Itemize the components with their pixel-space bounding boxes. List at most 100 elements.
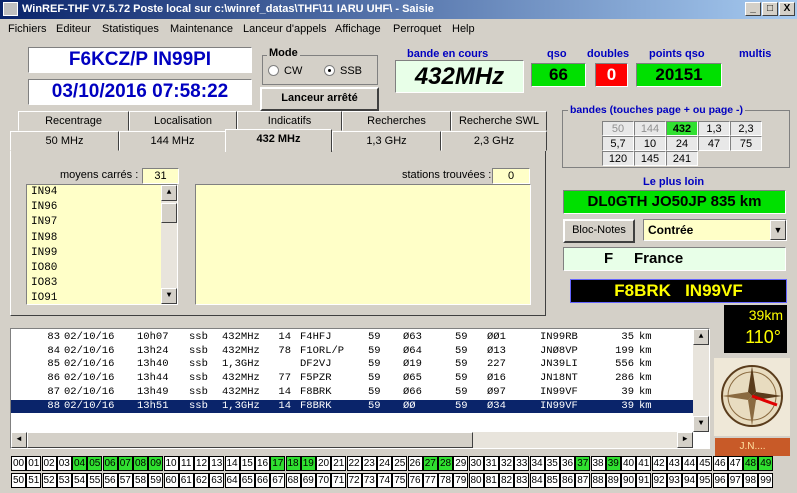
department-cell[interactable]: 60	[163, 473, 179, 488]
tab-1-3ghz[interactable]: 1,3 GHz	[332, 131, 441, 151]
department-cell[interactable]: 03	[56, 456, 72, 471]
tab-localisation[interactable]: Localisation	[129, 111, 237, 131]
department-cell[interactable]: 04	[72, 456, 87, 471]
department-cell[interactable]: 52	[41, 473, 57, 488]
department-cell[interactable]: 02	[41, 456, 57, 471]
department-cell[interactable]: 86	[560, 473, 575, 488]
list-item[interactable]: IO80	[27, 261, 161, 276]
department-cell[interactable]: 67	[270, 473, 286, 488]
department-cell[interactable]: 11	[178, 456, 194, 471]
department-cell[interactable]: 76	[407, 473, 423, 488]
department-cell[interactable]: 62	[194, 473, 209, 488]
band-button[interactable]: 144	[634, 121, 666, 136]
department-cell[interactable]: 20	[316, 456, 331, 471]
department-cell[interactable]: 23	[361, 456, 377, 471]
list-item[interactable]: IN97	[27, 215, 161, 230]
chevron-down-icon[interactable]: ▼	[770, 220, 786, 240]
scroll-thumb[interactable]	[161, 203, 177, 223]
department-cell[interactable]: 74	[377, 473, 392, 488]
department-cell[interactable]: 56	[102, 473, 118, 488]
tab-144mhz[interactable]: 144 MHz	[119, 131, 226, 151]
department-cell[interactable]: 06	[102, 456, 118, 471]
department-cell[interactable]: 19	[300, 456, 316, 471]
department-cell[interactable]: 85	[544, 473, 560, 488]
department-cell[interactable]: 95	[697, 473, 713, 488]
department-cell[interactable]: 37	[575, 456, 591, 471]
department-cell[interactable]: 36	[560, 456, 575, 471]
band-button[interactable]: 50	[602, 121, 634, 136]
department-cell[interactable]: 83	[514, 473, 530, 488]
log-scroll-up-icon[interactable]: ▲	[693, 329, 709, 345]
scroll-up-icon[interactable]: ▲	[161, 185, 177, 201]
menu-affichage[interactable]: Affichage	[335, 23, 381, 35]
department-cell[interactable]: 26	[407, 456, 423, 471]
department-cell[interactable]: 51	[26, 473, 42, 488]
department-cell[interactable]: 27	[422, 456, 438, 471]
department-cell[interactable]: 42	[651, 456, 667, 471]
list-item[interactable]: IN98	[27, 231, 161, 246]
department-cell[interactable]: 00	[11, 456, 26, 471]
department-cell[interactable]: 54	[72, 473, 87, 488]
department-cell[interactable]: 65	[239, 473, 255, 488]
squares-scrollbar[interactable]: ▲ ▼	[161, 185, 177, 304]
department-cell[interactable]: 35	[544, 456, 560, 471]
department-cell[interactable]: 66	[255, 473, 270, 488]
department-cell[interactable]: 45	[697, 456, 713, 471]
tab-indicatifs[interactable]: Indicatifs	[237, 111, 342, 131]
department-cell[interactable]: 46	[712, 456, 728, 471]
tab-432mhz[interactable]: 432 MHz	[225, 129, 332, 152]
department-cell[interactable]: 75	[392, 473, 408, 488]
department-cell[interactable]: 48	[743, 456, 758, 471]
department-cell[interactable]: 08	[133, 456, 148, 471]
department-cell[interactable]: 55	[87, 473, 103, 488]
band-button[interactable]: 2,3	[730, 121, 762, 136]
department-cell[interactable]: 41	[636, 456, 652, 471]
log-scroll-left-icon[interactable]: ◄	[11, 432, 27, 448]
maximize-button[interactable]: □	[762, 2, 778, 16]
squares-list[interactable]: IN94 IN96 IN97 IN98 IN99 IO80 IO83 IO91 ▲ ▼	[26, 184, 178, 305]
department-cell[interactable]: 61	[178, 473, 194, 488]
department-cell[interactable]: 39	[605, 456, 621, 471]
department-cell[interactable]: 72	[346, 473, 362, 488]
department-cell[interactable]: 59	[148, 473, 164, 488]
department-cell[interactable]: 91	[636, 473, 652, 488]
log-list[interactable]: 83 02/10/16 10h07 ssb 432MHz 14 F4HFJ 59 Ø63 59 ØØ…	[10, 328, 710, 449]
department-cell[interactable]: 05	[87, 456, 103, 471]
table-row[interactable]: 88 02/10/16 13h51 ssb 1,3GHz 14 F8BRK 59 ØØ 59 Ø34…	[11, 399, 693, 413]
department-cell[interactable]: 34	[529, 456, 545, 471]
log-scroll-right-icon[interactable]: ►	[677, 432, 693, 448]
department-cell[interactable]: 73	[361, 473, 377, 488]
department-cell[interactable]: 82	[499, 473, 514, 488]
department-cell[interactable]: 68	[285, 473, 301, 488]
log-scroll-down-icon[interactable]: ▼	[693, 416, 709, 432]
menu-maintenance[interactable]: Maintenance	[170, 23, 233, 35]
table-row[interactable]: 83 02/10/16 10h07 ssb 432MHz 14 F4HFJ 59 Ø63 59 ØØ…	[11, 331, 693, 345]
department-cell[interactable]: 15	[239, 456, 255, 471]
department-cell[interactable]: 10	[163, 456, 179, 471]
notes-button[interactable]: Bloc-Notes	[563, 219, 635, 243]
menu-perroquet[interactable]: Perroquet	[393, 23, 441, 35]
department-cell[interactable]: 17	[270, 456, 286, 471]
table-row[interactable]: 86 02/10/16 13h44 ssb 432MHz 77 F5PZR 59 Ø65 59 Ø1…	[11, 372, 693, 386]
menu-statistiques[interactable]: Statistiques	[102, 23, 159, 35]
list-item[interactable]: IO91	[27, 291, 161, 306]
launcher-button[interactable]: Lanceur arrêté	[260, 87, 379, 111]
tab-recherche-swl[interactable]: Recherche SWL	[451, 111, 547, 131]
department-cell[interactable]: 01	[26, 456, 42, 471]
band-button[interactable]: 432	[666, 121, 698, 136]
table-row[interactable]: 87 02/10/16 13h49 ssb 432MHz 14 F8BRK 59 Ø66 59 Ø9…	[11, 386, 693, 400]
band-button[interactable]: 145	[634, 151, 666, 166]
department-cell[interactable]: 07	[117, 456, 133, 471]
list-item[interactable]: IN99	[27, 246, 161, 261]
band-button[interactable]: 47	[698, 136, 730, 151]
department-cell[interactable]: 30	[468, 456, 484, 471]
department-cell[interactable]: 99	[758, 473, 774, 488]
department-cell[interactable]: 90	[621, 473, 636, 488]
department-cell[interactable]: 40	[621, 456, 636, 471]
department-cell[interactable]: 21	[331, 456, 347, 471]
department-cell[interactable]: 79	[453, 473, 469, 488]
department-cell[interactable]: 29	[453, 456, 469, 471]
close-button[interactable]: X	[779, 2, 795, 16]
department-cell[interactable]: 88	[590, 473, 606, 488]
tab-50mhz[interactable]: 50 MHz	[10, 131, 119, 151]
